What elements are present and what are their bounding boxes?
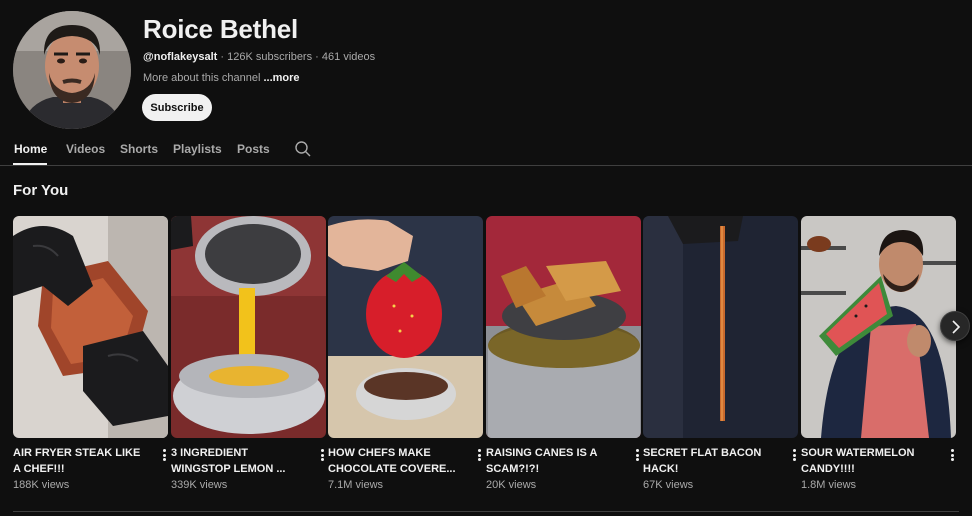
video-views: 20K views xyxy=(486,479,537,491)
more-vert-icon[interactable] xyxy=(788,447,800,463)
tab-shorts[interactable]: Shorts xyxy=(120,142,158,156)
more-vert-icon[interactable] xyxy=(473,447,485,463)
video-thumbnail[interactable] xyxy=(328,216,483,438)
channel-about[interactable]: More about this channel ...more xyxy=(143,72,300,84)
subscribe-button[interactable]: Subscribe xyxy=(142,94,212,121)
video-card[interactable]: RAISING CANES IS A SCAM?!?! 20K views xyxy=(486,216,641,496)
video-views: 188K views xyxy=(13,479,70,491)
video-title[interactable]: 3 INGREDIENT WINGSTOP LEMON ... xyxy=(171,445,303,477)
search-icon[interactable] xyxy=(294,140,312,158)
tab-playlists[interactable]: Playlists xyxy=(173,142,222,156)
more-vert-icon[interactable] xyxy=(946,447,958,463)
tab-videos[interactable]: Videos xyxy=(66,142,105,156)
channel-tabs: Home Videos Shorts Playlists Posts xyxy=(0,136,972,166)
video-views: 1.8M views xyxy=(801,479,857,491)
channel-avatar[interactable] xyxy=(13,11,131,129)
active-tab-indicator xyxy=(13,163,47,165)
video-views: 67K views xyxy=(643,479,694,491)
video-thumbnail[interactable] xyxy=(13,216,168,438)
video-card[interactable]: 3 INGREDIENT WINGSTOP LEMON ... 339K vie… xyxy=(171,216,326,496)
video-card[interactable]: HOW CHEFS MAKE CHOCOLATE COVERE... 7.1M … xyxy=(328,216,483,496)
channel-handle: @noflakeysalt xyxy=(143,51,218,63)
subscriber-count: 126K subscribers xyxy=(227,51,313,63)
video-thumbnail[interactable] xyxy=(486,216,641,438)
section-divider xyxy=(13,511,959,512)
meta-separator: · xyxy=(315,51,322,63)
video-title[interactable]: AIR FRYER STEAK LIKE A CHEF!!! xyxy=(13,445,145,477)
more-link[interactable]: ...more xyxy=(263,72,299,84)
section-title: For You xyxy=(13,182,69,199)
video-views: 339K views xyxy=(171,479,228,491)
channel-name: Roice Bethel xyxy=(143,14,299,44)
carousel-next-button[interactable] xyxy=(940,311,970,341)
video-card[interactable]: SECRET FLAT BACON HACK! 67K views xyxy=(643,216,798,496)
tab-posts[interactable]: Posts xyxy=(237,142,270,156)
tab-home[interactable]: Home xyxy=(14,142,47,156)
video-count: 461 videos xyxy=(321,51,376,63)
video-card[interactable]: SOUR WATERMELON CANDY!!!! 1.8M views xyxy=(801,216,956,496)
video-title[interactable]: SECRET FLAT BACON HACK! xyxy=(643,445,775,477)
video-thumbnail[interactable] xyxy=(171,216,326,438)
video-card[interactable]: AIR FRYER STEAK LIKE A CHEF!!! 188K view… xyxy=(13,216,168,496)
chevron-right-icon xyxy=(952,320,961,334)
video-views: 7.1M views xyxy=(328,479,384,491)
more-vert-icon[interactable] xyxy=(316,447,328,463)
video-title[interactable]: HOW CHEFS MAKE CHOCOLATE COVERE... xyxy=(328,445,460,477)
video-thumbnail[interactable] xyxy=(643,216,798,438)
about-text: More about this channel xyxy=(143,72,261,84)
more-vert-icon[interactable] xyxy=(158,447,170,463)
video-title[interactable]: SOUR WATERMELON CANDY!!!! xyxy=(801,445,933,477)
more-vert-icon[interactable] xyxy=(631,447,643,463)
channel-meta: @noflakeysalt · 126K subscribers · 461 v… xyxy=(143,51,375,63)
video-title[interactable]: RAISING CANES IS A SCAM?!?! xyxy=(486,445,618,477)
video-thumbnail[interactable] xyxy=(801,216,956,438)
